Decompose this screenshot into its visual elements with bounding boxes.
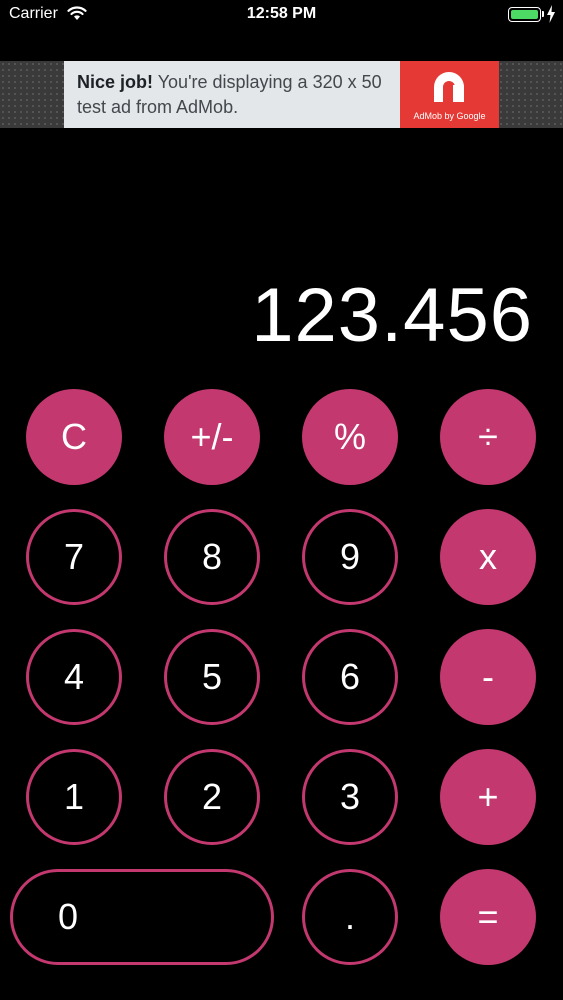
digit-3-label: 3	[339, 776, 361, 817]
percent-button[interactable]: %	[302, 389, 398, 485]
digit-3-button[interactable]: 3	[302, 749, 398, 845]
battery-tip	[542, 11, 544, 17]
admob-logo-icon	[434, 72, 464, 102]
battery-icon	[508, 7, 541, 22]
charging-bolt-icon	[547, 5, 555, 23]
decimal-label: .	[344, 896, 355, 937]
subtract-button[interactable]: -	[440, 629, 536, 725]
clock: 12:58 PM	[246, 5, 317, 22]
digit-6-button[interactable]: 6	[302, 629, 398, 725]
divide-label: ÷	[478, 416, 498, 457]
digit-4-label: 4	[63, 656, 85, 697]
add-label: +	[477, 776, 499, 817]
digit-8-button[interactable]: 8	[164, 509, 260, 605]
ad-text: Nice job! You're displaying a 320 x 50 t…	[77, 70, 400, 120]
result-display: 123.456	[251, 273, 533, 358]
negate-button[interactable]: +/-	[164, 389, 260, 485]
multiply-label: x	[479, 536, 497, 577]
negate-label: +/-	[190, 416, 234, 457]
status-bar: Carrier 12:58 PM	[0, 0, 563, 30]
digit-7-button[interactable]: 7	[26, 509, 122, 605]
digit-9-label: 9	[339, 536, 361, 577]
ad-banner[interactable]: Nice job! You're displaying a 320 x 50 t…	[64, 61, 400, 128]
decimal-button[interactable]: .	[302, 869, 398, 965]
clear-label: C	[61, 416, 87, 457]
divide-button[interactable]: ÷	[440, 389, 536, 485]
clear-button[interactable]: C	[26, 389, 122, 485]
digit-0-button[interactable]: 0	[10, 869, 274, 965]
equals-label: =	[477, 896, 499, 937]
percent-label: %	[333, 416, 366, 457]
ad-brand-caption: AdMob by Google	[413, 111, 486, 121]
digit-9-button[interactable]: 9	[302, 509, 398, 605]
equals-button[interactable]: =	[440, 869, 536, 965]
add-button[interactable]: +	[440, 749, 536, 845]
subtract-label: -	[482, 656, 494, 697]
digit-1-label: 1	[63, 776, 85, 817]
digit-6-label: 6	[339, 656, 361, 697]
digit-5-label: 5	[201, 656, 223, 697]
digit-7-label: 7	[63, 536, 85, 577]
digit-2-button[interactable]: 2	[164, 749, 260, 845]
digit-0-label: 0	[58, 896, 79, 937]
digit-1-button[interactable]: 1	[26, 749, 122, 845]
digit-5-button[interactable]: 5	[164, 629, 260, 725]
digit-2-label: 2	[201, 776, 223, 817]
digit-4-button[interactable]: 4	[26, 629, 122, 725]
multiply-button[interactable]: x	[440, 509, 536, 605]
ad-brand-tile[interactable]: AdMob by Google	[400, 61, 499, 128]
digit-8-label: 8	[201, 536, 223, 577]
ad-headline: Nice job!	[77, 72, 154, 92]
